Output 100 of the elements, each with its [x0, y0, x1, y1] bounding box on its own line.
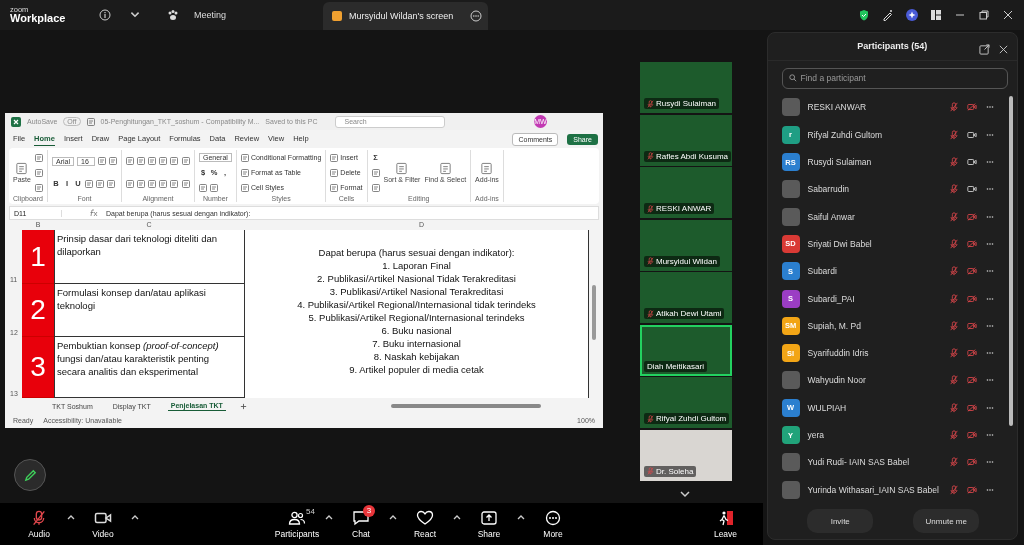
tool-icon[interactable] [137, 157, 145, 166]
participant-row[interactable]: Sabarrudin [781, 175, 1017, 203]
camera-off-icon[interactable] [967, 402, 977, 413]
muted-mic-icon[interactable] [949, 184, 959, 195]
muted-mic-icon[interactable] [949, 238, 959, 249]
tool-icon[interactable] [98, 157, 106, 166]
camera-icon[interactable] [967, 184, 977, 195]
panel-button[interactable]: Invite [807, 509, 874, 534]
camera-off-icon[interactable] [967, 266, 977, 277]
tool-icon[interactable] [126, 157, 134, 166]
scrollbar[interactable] [1009, 95, 1013, 426]
add-sheet-icon[interactable] [239, 402, 247, 410]
more-button[interactable]: More [528, 504, 578, 544]
video-tile[interactable]: Rusydi Sulaiman [640, 62, 732, 113]
caret-icon[interactable] [452, 513, 462, 521]
meeting-tab[interactable]: Meeting [194, 10, 227, 20]
tool-icon[interactable] [34, 183, 43, 192]
muted-mic-icon[interactable] [949, 266, 959, 277]
sparkle-icon[interactable] [906, 9, 918, 21]
video-tile[interactable]: Rifyal Zuhdi Gultom [640, 377, 732, 428]
muted-mic-icon[interactable] [949, 157, 959, 168]
scroll-thumb[interactable] [592, 285, 596, 340]
tool-icon[interactable] [148, 179, 156, 188]
muted-mic-icon[interactable] [949, 129, 959, 140]
info-icon[interactable] [99, 9, 111, 21]
react-button[interactable]: React [400, 504, 450, 544]
muted-mic-icon[interactable] [949, 457, 959, 468]
video-tile[interactable]: Atikah Dewi Utami [640, 272, 732, 323]
leave-button[interactable]: Leave [700, 504, 751, 544]
muted-mic-icon[interactable] [949, 211, 959, 222]
camera-off-icon[interactable] [967, 211, 977, 222]
camera-off-icon[interactable] [967, 320, 977, 331]
pen-icon[interactable] [882, 9, 894, 21]
muted-mic-icon[interactable] [949, 375, 959, 386]
camera-off-icon[interactable] [967, 375, 977, 386]
camera-off-icon[interactable] [967, 457, 977, 468]
panel-button[interactable]: Unmute me [913, 509, 980, 534]
tool-icon[interactable] [371, 169, 380, 177]
tool-icon[interactable] [182, 179, 190, 188]
caret-icon[interactable] [130, 513, 140, 521]
camera-icon[interactable] [967, 129, 977, 140]
close-icon[interactable] [998, 44, 1009, 55]
muted-mic-icon[interactable] [949, 102, 959, 113]
save-icon[interactable] [86, 117, 95, 126]
tool-icon[interactable] [182, 157, 190, 166]
close-icon[interactable] [1002, 9, 1014, 21]
muted-mic-icon[interactable] [949, 402, 959, 413]
participant-row[interactable]: Saiful Anwar [781, 203, 1017, 231]
tool-icon[interactable] [34, 153, 43, 162]
caret-icon[interactable] [66, 513, 76, 521]
tool-icon[interactable] [34, 168, 43, 177]
participant-row[interactable]: Wahyudin Noor [781, 366, 1017, 395]
video-button[interactable]: Video [78, 504, 128, 544]
tool-icon[interactable] [159, 179, 167, 188]
camera-off-icon[interactable] [967, 238, 977, 249]
audio-button[interactable]: Audio [14, 504, 64, 544]
shield-icon[interactable] [858, 9, 870, 21]
layout-icon[interactable] [930, 9, 942, 21]
muted-mic-icon[interactable] [949, 293, 959, 304]
camera-icon[interactable] [967, 157, 977, 168]
search-field[interactable]: Find a participant [781, 67, 1008, 89]
tool-icon[interactable] [137, 179, 145, 188]
camera-off-icon[interactable] [967, 484, 977, 495]
video-tile[interactable]: Dr. Soleha [640, 429, 732, 481]
camera-off-icon[interactable] [967, 430, 977, 440]
camera-off-icon[interactable] [967, 102, 977, 113]
tool-icon[interactable] [170, 157, 178, 166]
pop-out-icon[interactable] [979, 44, 990, 55]
caret-icon[interactable] [388, 513, 398, 521]
tool-icon[interactable] [126, 179, 134, 188]
participant-row[interactable]: Yudi Rudi- IAIN SAS Babel [781, 448, 1017, 476]
participant-row[interactable]: RESKI ANWAR [781, 93, 1017, 122]
share-button[interactable]: Share [464, 504, 514, 544]
video-tile[interactable]: Diah Meitikasari [640, 324, 732, 376]
tool-icon[interactable] [106, 179, 115, 188]
camera-off-icon[interactable] [967, 293, 977, 304]
tool-icon[interactable] [199, 183, 207, 192]
tool-icon[interactable] [84, 179, 93, 188]
video-tile[interactable]: Mursyidul Wildan [640, 219, 732, 271]
tool-icon[interactable] [371, 183, 380, 192]
muted-mic-icon[interactable] [949, 320, 959, 331]
muted-mic-icon[interactable] [949, 430, 959, 440]
muted-mic-icon[interactable] [949, 348, 959, 359]
chat-button[interactable]: Chat 3 [336, 504, 386, 544]
tool-icon[interactable] [148, 157, 156, 166]
muted-mic-icon[interactable] [949, 484, 959, 495]
tool-icon[interactable] [170, 179, 178, 188]
video-tile[interactable]: Rafles Abdi Kusuma [640, 114, 732, 166]
video-tile[interactable]: RESKI ANWAR [640, 167, 732, 218]
function-icon[interactable] [88, 209, 98, 217]
tool-icon[interactable] [210, 183, 218, 192]
tool-icon[interactable] [95, 179, 104, 188]
tool-icon[interactable] [109, 157, 117, 166]
scrollbar[interactable] [390, 404, 541, 408]
participants-button[interactable]: Participants 54 [272, 504, 322, 544]
camera-off-icon[interactable] [967, 348, 977, 359]
more-icon[interactable] [470, 10, 482, 22]
restore-icon[interactable] [978, 9, 990, 21]
caret-icon[interactable] [324, 513, 334, 521]
annotate-button[interactable] [14, 459, 46, 491]
